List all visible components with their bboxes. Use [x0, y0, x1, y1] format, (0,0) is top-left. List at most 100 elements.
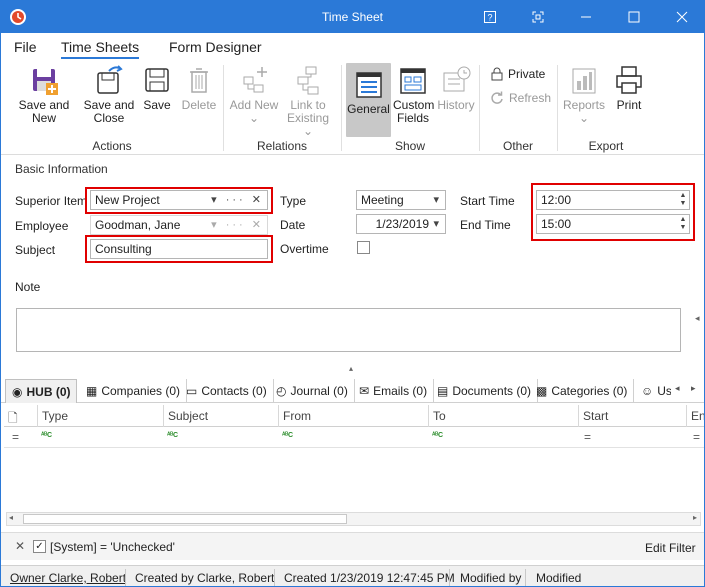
end-time-label: End Time [460, 218, 511, 232]
ribbon: Save and New Save and Close Save Delete … [1, 59, 704, 155]
custom-fields-button[interactable]: Custom Fields [393, 63, 434, 125]
scroll-left-icon[interactable]: ◂ [9, 513, 13, 522]
grid-header: 🗋 Type Subject From To Start En [4, 405, 704, 427]
minimize-button[interactable] [563, 1, 609, 33]
column-from[interactable]: From [278, 405, 428, 427]
superior-item-field[interactable]: New Project ▾ ··· ✕ [90, 190, 268, 210]
tab-users[interactable]: ☺ Us [635, 379, 671, 403]
tab-time-sheets[interactable]: Time Sheets [61, 39, 140, 59]
scrollbar-thumb[interactable] [23, 514, 347, 524]
general-form-icon [355, 72, 382, 98]
maximize-button[interactable] [611, 1, 657, 33]
save-and-close-button[interactable]: Save and Close [83, 63, 135, 125]
start-time-spinner[interactable]: ▲ ▼ [679, 192, 687, 208]
employee-lookup-controls[interactable]: ▾ ··· ✕ [211, 218, 264, 231]
users-icon: ☺ [641, 384, 654, 398]
column-to[interactable]: To [428, 405, 578, 427]
text-filter-icon[interactable]: ᴬᴮC [432, 432, 443, 439]
splitter-up-icon[interactable]: ▴ [349, 364, 353, 373]
end-time-input[interactable]: 15:00 ▲ ▼ [536, 214, 690, 234]
custom-fields-label-2: Fields [396, 111, 429, 125]
text-filter-icon[interactable]: ᴬᴮC [41, 432, 52, 439]
end-time-spinner[interactable]: ▲ ▼ [679, 216, 687, 232]
tabs-scroll-left-icon[interactable]: ◂ [675, 383, 680, 394]
save-button[interactable]: Save [137, 63, 177, 112]
auto-filter-row[interactable]: = ᴬᴮC ᴬᴮC ᴬᴮC ᴬᴮC = = [4, 428, 704, 448]
text-filter-icon[interactable]: ᴬᴮC [282, 432, 293, 439]
related-tabs: ◉ HUB (0) ▦ Companies (0) ▭ Contacts (0)… [1, 377, 704, 403]
tab-documents[interactable]: ▤ Documents (0) [431, 379, 539, 403]
tab-form-designer[interactable]: Form Designer [169, 39, 262, 55]
private-button[interactable]: Private [491, 67, 545, 81]
actions-group-label: Actions [92, 139, 132, 153]
equals-filter-icon[interactable]: = [584, 430, 591, 444]
tab-categories[interactable]: ▩ Categories (0) [530, 379, 635, 403]
link-relation-icon [297, 66, 319, 95]
equals-filter-icon[interactable]: = [12, 430, 19, 444]
history-label: History [437, 98, 475, 112]
delete-button[interactable]: Delete [179, 63, 219, 112]
tab-users-label: Us [657, 384, 671, 398]
tab-contacts[interactable]: ▭ Contacts (0) [180, 379, 274, 403]
history-button[interactable]: History [435, 63, 477, 112]
owner-link[interactable]: Owner Clarke, Robert [10, 571, 126, 585]
printer-icon [616, 66, 642, 94]
tab-journal[interactable]: ◴ Journal (0) [270, 379, 355, 403]
employee-value: Goodman, Jane [95, 218, 181, 232]
clear-filter-icon[interactable]: ✕ [15, 539, 25, 553]
overtime-checkbox[interactable] [357, 241, 370, 254]
column-start[interactable]: Start [578, 405, 686, 427]
tab-journal-label: Journal (0) [290, 384, 348, 398]
tab-companies[interactable]: ▦ Companies (0) [80, 379, 188, 403]
tab-hub[interactable]: ◉ HUB (0) [5, 379, 78, 403]
help-button[interactable]: ? [467, 1, 513, 33]
delete-label: Delete [181, 98, 217, 112]
print-button[interactable]: Print [609, 63, 649, 112]
lookup-controls[interactable]: ▾ ··· ✕ [211, 193, 264, 206]
subject-input[interactable]: Consulting [90, 239, 268, 259]
expand-left-icon[interactable]: ◂ [695, 313, 700, 324]
column-type[interactable]: Type [37, 405, 163, 427]
link-to-existing-button[interactable]: Link to Existing ⌄ [283, 63, 333, 138]
document-column-icon[interactable]: 🗋 [4, 405, 37, 427]
start-time-input[interactable]: 12:00 ▲ ▼ [536, 190, 690, 210]
created-by: Created by Clarke, Robert [135, 571, 275, 585]
status-separator [125, 569, 126, 586]
date-picker[interactable]: 1/23/2019 ▾ [356, 214, 446, 234]
column-subject[interactable]: Subject [163, 405, 278, 427]
save-and-new-icon [33, 69, 58, 95]
tab-emails[interactable]: ✉ Emails (0) [353, 379, 435, 403]
custom-fields-icon [400, 68, 426, 94]
tab-categories-label: Categories (0) [551, 384, 628, 398]
text-filter-icon[interactable]: ᴬᴮC [167, 432, 178, 439]
save-and-new-button[interactable]: Save and New [7, 63, 81, 125]
close-button[interactable] [659, 1, 704, 33]
add-new-dropdown-icon: ⌄ [248, 111, 260, 125]
type-select[interactable]: Meeting ▾ [356, 190, 446, 210]
export-group-label: Export [588, 139, 624, 153]
status-separator [525, 569, 526, 586]
tab-file[interactable]: File [14, 39, 37, 55]
reports-button[interactable]: Reports ⌄ [561, 63, 607, 125]
refresh-button[interactable]: Refresh [490, 91, 551, 105]
relations-group-label: Relations [256, 139, 308, 153]
tabs-scroll-right-icon[interactable]: ▸ [691, 383, 696, 394]
employee-label: Employee [15, 219, 69, 233]
fit-window-button[interactable] [515, 1, 561, 33]
tab-emails-label: Emails (0) [373, 384, 428, 398]
filter-expression[interactable]: [System] = 'Unchecked' [50, 540, 175, 554]
horizontal-scrollbar[interactable]: ◂ ▸ [6, 512, 701, 526]
add-new-button[interactable]: Add New ⌄ [229, 63, 279, 125]
note-textarea[interactable] [16, 308, 681, 352]
employee-field[interactable]: Goodman, Jane ▾ ··· ✕ [90, 215, 268, 235]
link-to-label-2: Existing [286, 111, 330, 125]
reports-label: Reports [562, 98, 606, 112]
column-end[interactable]: En [686, 405, 704, 427]
general-view-button[interactable]: General [346, 63, 391, 137]
equals-filter-icon[interactable]: = [693, 430, 700, 444]
scroll-right-icon[interactable]: ▸ [693, 513, 697, 522]
filter-enabled-checkbox[interactable]: ✓ [33, 540, 46, 553]
tab-companies-label: Companies (0) [101, 384, 181, 398]
modified-by: Modified by [460, 571, 522, 585]
edit-filter-button[interactable]: Edit Filter [645, 541, 696, 555]
